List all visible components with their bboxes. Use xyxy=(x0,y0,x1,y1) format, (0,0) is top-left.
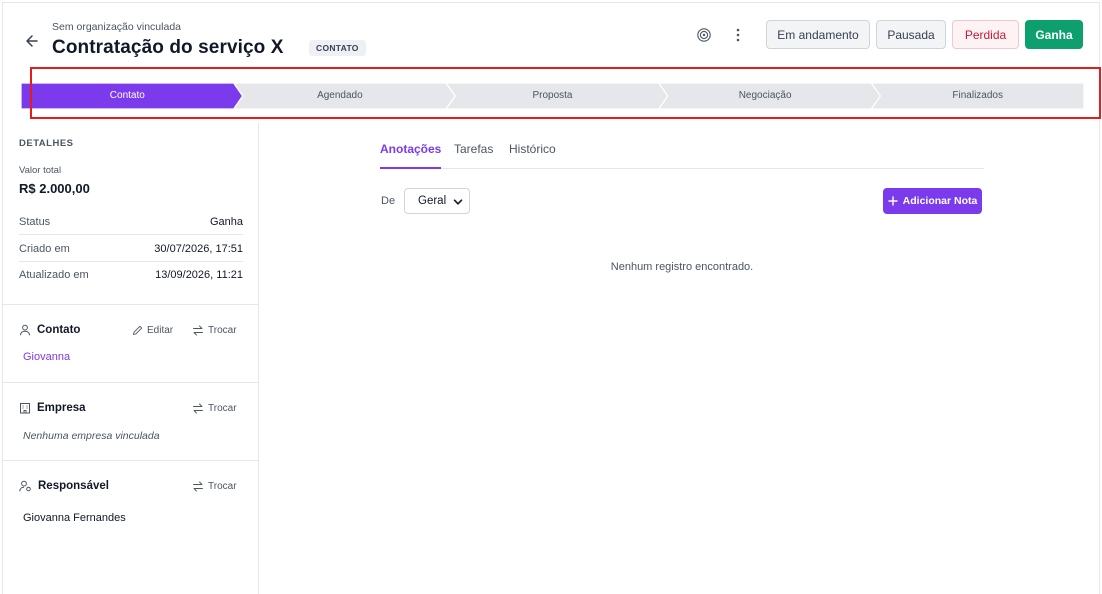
detail-key: Criado em xyxy=(19,242,70,255)
chevron-down-icon xyxy=(453,199,463,205)
swap-company-button[interactable]: Trocar xyxy=(192,403,237,414)
target-icon[interactable] xyxy=(696,27,712,43)
contact-name-link[interactable]: Giovanna xyxy=(23,351,70,363)
ganha-button[interactable]: Ganha xyxy=(1025,20,1083,49)
add-note-label: Adicionar Nota xyxy=(902,195,978,207)
detail-value: 13/09/2026, 11:21 xyxy=(155,269,243,281)
filter-value: Geral xyxy=(418,195,447,207)
tab-tarefas[interactable]: Tarefas xyxy=(454,142,493,169)
responsavel-title: Responsável xyxy=(38,480,109,492)
author-filter-select[interactable]: Geral xyxy=(404,188,470,214)
detail-value: Ganha xyxy=(209,215,243,228)
pausada-button[interactable]: Pausada xyxy=(876,20,946,49)
swap-label: Trocar xyxy=(208,325,237,336)
add-note-button[interactable]: Adicionar Nota xyxy=(883,188,982,214)
responsavel-heading: Responsável xyxy=(19,480,109,492)
edit-contact-button[interactable]: Editar xyxy=(132,325,173,336)
content-tabs: Anotações Tarefas Histórico xyxy=(380,139,984,169)
swap-icon xyxy=(193,481,203,492)
building-icon xyxy=(20,403,30,414)
swap-icon xyxy=(193,403,203,414)
divider xyxy=(3,382,259,383)
detail-key: Atualizado em xyxy=(19,269,89,281)
owner-name: Giovanna Fernandes xyxy=(23,512,126,524)
contato-heading: Contato xyxy=(19,324,80,336)
empty-state-message: Nenhum registro encontrado. xyxy=(610,261,754,273)
user-icon xyxy=(20,324,30,336)
detail-key: Status xyxy=(19,215,51,228)
filter-label: De xyxy=(381,195,396,207)
swap-label: Trocar xyxy=(208,481,237,492)
back-arrow-icon[interactable] xyxy=(21,30,43,52)
deal-header: Sem organização vinculada Contratação do… xyxy=(3,3,1099,71)
more-options-icon[interactable] xyxy=(731,26,745,44)
detail-row-atualizado: Atualizado em 13/09/2026, 11:21 xyxy=(19,262,243,288)
swap-owner-button[interactable]: Trocar xyxy=(192,481,237,492)
page-title: Contratação do serviço X xyxy=(52,37,284,58)
details-title: DETALHES xyxy=(19,138,74,149)
user-settings-icon xyxy=(19,480,31,492)
valor-total-label: Valor total xyxy=(19,165,62,176)
em-andamento-button[interactable]: Em andamento xyxy=(766,20,870,49)
detail-row-criado: Criado em 30/07/2026, 17:51 xyxy=(19,236,243,262)
empresa-heading: Empresa xyxy=(19,402,86,414)
valor-total-value: R$ 2.000,00 xyxy=(19,181,90,196)
perdida-button[interactable]: Perdida xyxy=(952,20,1019,49)
tab-historico[interactable]: Histórico xyxy=(509,142,556,169)
swap-contact-button[interactable]: Trocar xyxy=(192,325,237,336)
detail-row-status: Status Ganha xyxy=(19,209,243,235)
stage-badge: CONTATO xyxy=(309,40,366,56)
divider xyxy=(3,460,259,461)
details-sidebar: DETALHES Valor total R$ 2.000,00 Status … xyxy=(3,123,259,594)
swap-icon xyxy=(193,325,203,336)
pipeline-highlight-box xyxy=(30,67,1101,119)
plus-icon xyxy=(887,196,898,206)
organization-label: Sem organização vinculada xyxy=(52,21,181,33)
detail-value: 30/07/2026, 17:51 xyxy=(154,242,243,255)
pencil-icon xyxy=(133,325,143,335)
divider xyxy=(3,304,259,305)
swap-label: Trocar xyxy=(208,403,237,414)
empty-company-text: Nenhuma empresa vinculada xyxy=(23,430,160,442)
tab-anotacoes[interactable]: Anotações xyxy=(380,142,442,169)
contato-title: Contato xyxy=(37,324,81,336)
edit-label: Editar xyxy=(147,325,174,336)
empresa-title: Empresa xyxy=(37,402,86,414)
